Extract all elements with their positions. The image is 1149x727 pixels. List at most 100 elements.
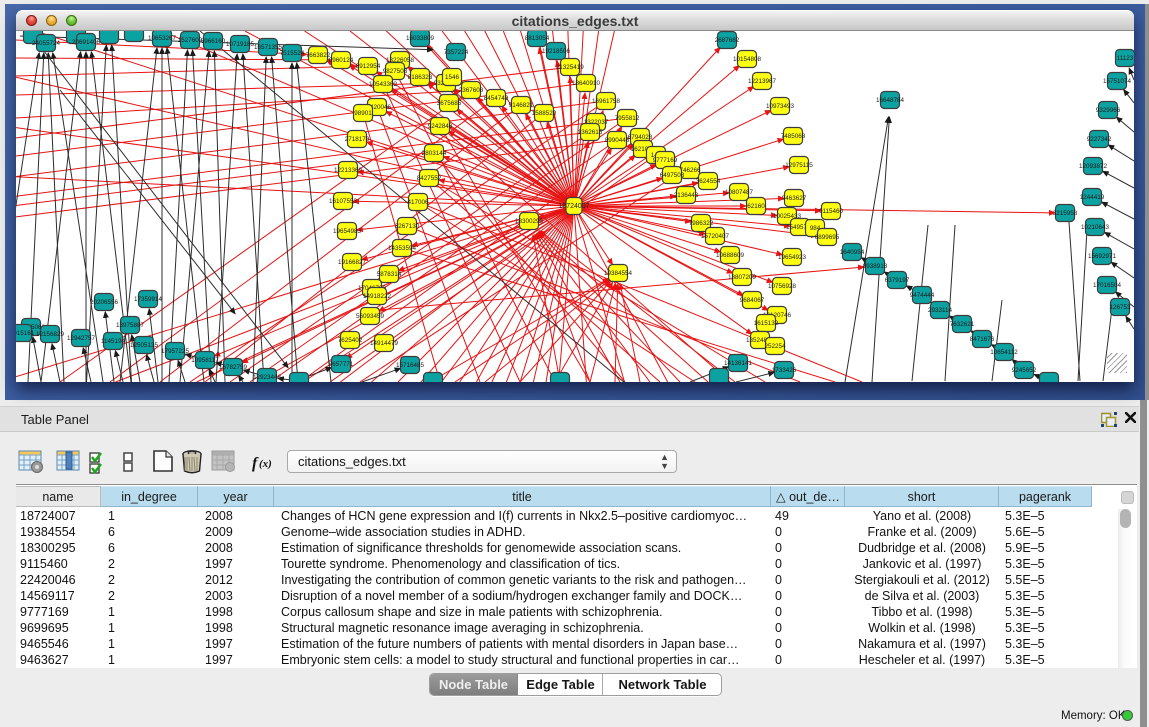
svg-text:16033809: 16033809	[406, 35, 435, 42]
svg-text:19654983: 19654983	[333, 228, 362, 235]
svg-text:1244419: 1244419	[1080, 194, 1105, 201]
svg-text:9146821: 9146821	[509, 102, 534, 109]
svg-text:14136141: 14136141	[724, 360, 753, 367]
svg-text:10543362: 10543362	[369, 81, 398, 88]
svg-text:3215958: 3215958	[1053, 210, 1078, 217]
svg-text:f: f	[252, 455, 259, 472]
svg-text:1733426: 1733426	[772, 367, 797, 374]
svg-text:10958117: 10958117	[191, 357, 219, 364]
svg-text:8938918: 8938918	[863, 263, 888, 270]
svg-text:11123: 11123	[1117, 55, 1134, 62]
svg-text:18807209: 18807209	[728, 274, 757, 281]
svg-text:10653267: 10653267	[148, 35, 177, 42]
svg-text:2367608: 2367608	[459, 87, 484, 94]
svg-text:9245652: 9245652	[1012, 367, 1037, 374]
svg-text:7625402: 7625402	[338, 337, 363, 344]
svg-text:9777169: 9777169	[653, 157, 678, 164]
svg-text:252254: 252254	[764, 343, 786, 350]
svg-text:417006: 417006	[407, 199, 429, 206]
svg-text:8471676: 8471676	[970, 336, 995, 343]
svg-text:20206556: 20206556	[90, 299, 119, 306]
svg-text:16107553: 16107553	[329, 198, 358, 205]
svg-text:2803144: 2803144	[422, 150, 447, 157]
svg-text:12942757: 12942757	[67, 335, 96, 342]
svg-text:1588520: 1588520	[532, 110, 557, 117]
svg-text:8454749: 8454749	[484, 95, 509, 102]
svg-text:9242848: 9242848	[428, 123, 453, 130]
svg-text:1546: 1546	[445, 74, 460, 81]
svg-text:19218506: 19218506	[542, 48, 571, 55]
svg-text:7955812: 7955812	[615, 115, 640, 122]
svg-text:2687682: 2687682	[715, 37, 740, 44]
svg-text:16648784: 16648784	[876, 97, 905, 104]
svg-text:56093459: 56093459	[356, 313, 385, 320]
svg-text:10973493: 10973493	[766, 103, 795, 110]
svg-text:6899695: 6899695	[815, 234, 840, 241]
svg-text:7632621: 7632621	[950, 321, 975, 328]
svg-text:12093872: 12093872	[1079, 163, 1108, 170]
svg-text:7357224: 7357224	[444, 49, 469, 56]
svg-text:62160: 62160	[747, 203, 765, 210]
svg-text:9115460: 9115460	[819, 208, 844, 215]
svg-text:(x): (x)	[259, 458, 272, 470]
svg-text:7663822: 7663822	[306, 52, 331, 59]
svg-text:18640910: 18640910	[572, 80, 601, 87]
svg-text:8990448: 8990448	[605, 137, 630, 144]
svg-text:10154808: 10154808	[733, 56, 762, 63]
svg-text:10688609: 10688609	[716, 252, 745, 259]
svg-text:12213967: 12213967	[748, 78, 777, 85]
svg-text:6966160: 6966160	[201, 38, 226, 45]
svg-text:20691406: 20691406	[72, 39, 101, 46]
svg-text:19166827: 19166827	[338, 259, 367, 266]
svg-text:13975887: 13975887	[116, 322, 145, 329]
svg-text:8912954: 8912954	[356, 63, 381, 70]
svg-text:10807487: 10807487	[725, 189, 754, 196]
svg-text:14918222: 14918222	[363, 293, 392, 300]
svg-text:17016504: 17016504	[1093, 282, 1122, 289]
svg-text:10756928: 10756928	[768, 283, 797, 290]
svg-text:9684067: 9684067	[740, 297, 765, 304]
svg-text:126753: 126753	[1109, 304, 1131, 311]
svg-text:12975115: 12975115	[785, 162, 813, 169]
svg-text:7515524: 7515524	[280, 50, 305, 57]
svg-text:1640954: 1640954	[840, 249, 865, 256]
svg-text:9463627: 9463627	[782, 195, 807, 202]
svg-text:24055724: 24055724	[32, 40, 61, 47]
svg-text:9329966: 9329966	[1096, 107, 1121, 114]
svg-text:8186323: 8186323	[408, 74, 433, 81]
svg-text:18724007: 18724007	[558, 203, 589, 210]
svg-text:18300295: 18300295	[515, 218, 544, 225]
svg-text:7485063: 7485063	[781, 133, 806, 140]
svg-text:6379197: 6379197	[885, 277, 910, 284]
svg-text:12923448: 12923448	[253, 374, 282, 381]
svg-text:2933114: 2933114	[928, 307, 953, 314]
svg-text:2136443: 2136443	[674, 192, 699, 199]
svg-text:10719185: 10719185	[226, 41, 255, 48]
svg-text:2718170: 2718170	[345, 136, 370, 143]
svg-text:98901: 98901	[354, 110, 372, 117]
svg-text:19384554: 19384554	[604, 270, 633, 277]
svg-text:3915161: 3915161	[16, 330, 35, 337]
svg-text:9227342: 9227342	[1087, 136, 1112, 143]
svg-text:3624554: 3624554	[696, 178, 721, 185]
svg-text:10210643: 10210643	[1081, 224, 1110, 231]
svg-text:1362615: 1362615	[578, 129, 603, 136]
svg-text:3267130: 3267130	[395, 223, 420, 230]
svg-text:12213369: 12213369	[334, 167, 363, 174]
svg-text:16961758: 16961758	[592, 98, 621, 105]
svg-text:8427552: 8427552	[417, 175, 442, 182]
svg-text:14914479: 14914479	[370, 340, 399, 347]
svg-text:1527602: 1527602	[178, 37, 203, 44]
svg-text:16571355: 16571355	[254, 44, 283, 51]
svg-text:10654112: 10654112	[990, 349, 1018, 356]
svg-text:12156829: 12156829	[36, 331, 65, 338]
svg-text:8960124: 8960124	[329, 57, 354, 64]
svg-text:9474444: 9474444	[910, 292, 935, 299]
svg-text:6497508: 6497508	[660, 172, 685, 179]
svg-text:16782759: 16782759	[219, 364, 248, 371]
svg-text:7986322: 7986322	[689, 220, 714, 227]
svg-text:8813054: 8813054	[525, 35, 550, 42]
svg-text:19654923: 19654923	[778, 254, 807, 261]
svg-text:17359914: 17359914	[134, 296, 163, 303]
svg-text:9657771: 9657771	[329, 361, 354, 368]
